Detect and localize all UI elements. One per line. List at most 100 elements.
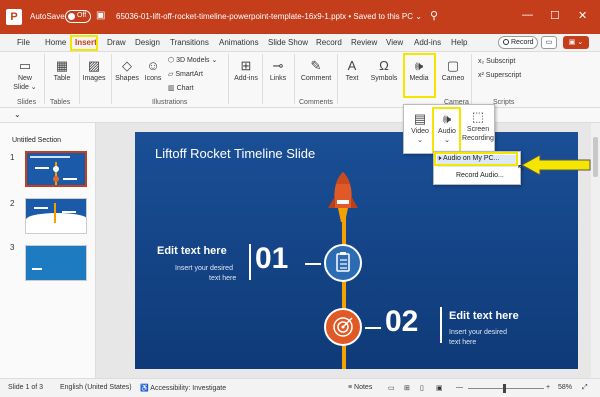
subscript-button[interactable]: x₂ Subscript — [478, 58, 515, 65]
tab-transitions[interactable]: Transitions — [170, 38, 209, 47]
tab-view[interactable]: View — [386, 38, 403, 47]
divider — [228, 54, 229, 104]
language-status[interactable]: English (United States) — [60, 384, 132, 391]
collapsed-command-row: ⌄ — [0, 108, 600, 123]
shapes-button[interactable]: ◇ Shapes — [114, 58, 140, 83]
divider-bar — [440, 307, 442, 343]
slide-title[interactable]: Liftoff Rocket Timeline Slide — [155, 146, 315, 161]
group-slides: Slides — [17, 99, 37, 106]
chart-button[interactable]: ▥ Chart — [168, 84, 194, 92]
icons-button[interactable]: ☺ Icons — [141, 58, 165, 83]
slide-thumbnail-3[interactable] — [25, 245, 87, 281]
powerpoint-window: P AutoSave Off ▣ 65036-01-lift-off-rocke… — [0, 0, 600, 397]
screen-record-icon: ⬚ — [471, 109, 485, 124]
expand-chevron-icon[interactable]: ⌄ — [14, 110, 21, 119]
close-icon[interactable]: ✕ — [578, 9, 587, 22]
symbols-button[interactable]: Ω Symbols — [368, 58, 400, 83]
group-tables: Tables — [50, 99, 71, 106]
superscript-icon: x² — [478, 72, 486, 79]
tab-file[interactable]: File — [17, 38, 30, 47]
thumb-text-line — [35, 167, 49, 169]
item2-body-line2[interactable]: text here — [449, 338, 476, 348]
rocket-icon — [328, 172, 358, 222]
target-circle — [324, 308, 362, 346]
slideshow-icon[interactable]: ▣ — [436, 384, 443, 392]
slide-thumbnail-1[interactable] — [25, 151, 87, 187]
new-slide-button[interactable]: ▭ New Slide ⌄ — [12, 58, 38, 92]
insert-ribbon: ▭ New Slide ⌄ ▦ Table ▨ Images ◇ Shapes ☺ Ico… — [0, 52, 600, 108]
minimize-icon[interactable]: — — [522, 9, 533, 21]
item2-body-line1[interactable]: Insert your desired — [449, 328, 507, 338]
zoom-level[interactable]: 58% — [558, 384, 572, 391]
zoom-in-icon[interactable]: + — [546, 384, 550, 391]
vertical-scrollbar[interactable] — [591, 123, 600, 378]
scrollbar-thumb[interactable] — [593, 137, 598, 177]
3d-models-label: 3D Models — [176, 57, 210, 64]
item1-body-line1[interactable]: Insert your desired — [175, 264, 233, 274]
record-audio-item[interactable]: Record Audio... — [456, 172, 504, 179]
shapes-icon: ◇ — [122, 58, 132, 73]
clipboard-icon — [336, 252, 350, 272]
item1-body-line2[interactable]: text here — [209, 274, 236, 284]
clipboard-circle — [324, 244, 362, 282]
maximize-icon[interactable]: ☐ — [550, 9, 560, 22]
insert-tab-highlight — [70, 35, 98, 51]
item2-heading[interactable]: Edit text here — [449, 310, 519, 322]
subscript-label: Subscript — [486, 58, 516, 65]
tab-slide-show[interactable]: Slide Show — [268, 38, 308, 47]
divider — [294, 54, 295, 104]
tab-draw[interactable]: Draw — [107, 38, 126, 47]
slide-sorter-icon[interactable]: ⊞ — [404, 384, 410, 392]
cameo-button[interactable]: ▢ Cameo — [440, 58, 466, 83]
reading-view-icon[interactable]: ▯ — [420, 384, 424, 392]
accessibility-status[interactable]: ♿ Accessibility: Investigate — [140, 384, 226, 392]
tab-design[interactable]: Design — [135, 38, 160, 47]
target-icon — [333, 317, 353, 337]
document-title[interactable]: 65036-01-lift-off-rocket-timeline-powerp… — [116, 12, 422, 21]
tab-help[interactable]: Help — [451, 38, 467, 47]
table-button[interactable]: ▦ Table — [49, 58, 75, 83]
zoom-slider[interactable] — [468, 388, 544, 389]
tab-add-ins[interactable]: Add-ins — [414, 38, 441, 47]
smartart-button[interactable]: ▱ SmartArt — [168, 70, 203, 78]
video-button[interactable]: ▤ Video ⌄ — [407, 111, 433, 145]
notes-button[interactable]: ≡ Notes — [348, 384, 372, 391]
images-button[interactable]: ▨ Images — [80, 58, 108, 83]
slide-number: 1 — [10, 153, 15, 162]
save-icon[interactable]: ▣ — [96, 10, 105, 21]
search-icon[interactable]: ⚲ — [430, 9, 438, 22]
slide-number: 3 — [10, 243, 15, 252]
autosave-toggle[interactable]: Off — [65, 10, 91, 23]
thumb-title-line — [30, 156, 70, 158]
notes-label: Notes — [354, 384, 373, 391]
normal-view-icon[interactable]: ▭ — [388, 384, 395, 392]
slide-thumbnail-2[interactable] — [25, 198, 87, 234]
add-ins-button[interactable]: ⊞ Add-ins — [233, 58, 259, 83]
group-scripts: Scripts — [493, 99, 515, 106]
fit-to-window-icon[interactable]: ⤢ — [582, 384, 588, 392]
comment-button[interactable]: ✎ Comment — [298, 58, 334, 83]
comment-icon[interactable]: ▭ — [541, 36, 557, 49]
milestone-number-02[interactable]: 02 — [385, 305, 418, 339]
text-label: Text — [345, 75, 359, 82]
3d-models-button[interactable]: ⬡ 3D Models ⌄ — [168, 56, 217, 64]
superscript-button[interactable]: x² Superscript — [478, 72, 521, 79]
screen-recording-button[interactable]: ⬚ Screen Recording — [461, 109, 495, 143]
section-label[interactable]: Untitled Section — [12, 137, 61, 144]
tab-record[interactable]: Record — [316, 38, 342, 47]
present-button[interactable]: ▣ ⌄ — [563, 36, 589, 49]
item1-heading[interactable]: Edit text here — [157, 245, 227, 257]
milestone-number-01[interactable]: 01 — [255, 242, 288, 276]
links-button[interactable]: ⊸ Links — [266, 58, 290, 83]
tab-animations[interactable]: Animations — [219, 38, 259, 47]
autosave-state: Off — [77, 12, 87, 19]
title-bar: P AutoSave Off ▣ 65036-01-lift-off-rocke… — [0, 0, 600, 34]
tab-review[interactable]: Review — [351, 38, 377, 47]
record-button[interactable]: Record — [498, 36, 538, 49]
text-button[interactable]: A Text — [341, 58, 363, 83]
zoom-slider-thumb[interactable] — [503, 384, 506, 393]
record-label: Record — [511, 39, 534, 46]
zoom-out-icon[interactable]: — — [456, 384, 463, 391]
tab-home[interactable]: Home — [45, 38, 66, 47]
thumb-node — [53, 176, 59, 182]
